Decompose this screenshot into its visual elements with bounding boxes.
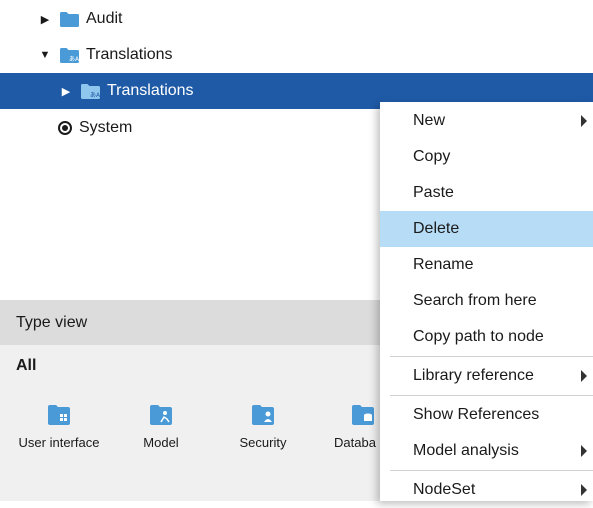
menu-separator [390, 470, 593, 471]
menu-item-label: Library reference [413, 367, 534, 384]
security-folder-icon [252, 405, 274, 425]
type-item-label: Security [239, 435, 287, 450]
menu-item-copy[interactable]: Copy [380, 139, 593, 175]
user-interface-folder-icon [48, 405, 70, 425]
menu-item-label: Search from here [413, 292, 537, 309]
menu-item-label: Copy path to node [413, 328, 544, 345]
tree-item-label: Translations [86, 46, 173, 63]
database-folder-icon [352, 405, 374, 425]
menu-item-show-references[interactable]: Show References [380, 397, 593, 433]
menu-separator [390, 356, 593, 357]
menu-item-paste[interactable]: Paste [380, 175, 593, 211]
submenu-arrow-icon [581, 115, 587, 127]
menu-item-label: Copy [413, 148, 451, 165]
menu-item-label: NodeSet [413, 481, 476, 498]
submenu-arrow-icon [581, 484, 587, 496]
menu-item-rename[interactable]: Rename [380, 247, 593, 283]
typeview-filter-label: All [16, 357, 37, 374]
menu-item-label: Paste [413, 184, 454, 201]
menu-item-label: Rename [413, 256, 474, 273]
menu-item-delete[interactable]: Delete [380, 211, 593, 247]
typeview-title: Type view [16, 313, 88, 331]
menu-item-copy-path[interactable]: Copy path to node [380, 319, 593, 355]
type-item-user-interface[interactable]: User interface [14, 405, 104, 451]
type-item-security[interactable]: Security [218, 405, 308, 451]
context-menu: New Copy Paste Delete Rename Search from… [380, 102, 593, 501]
svg-text:あA: あA [69, 56, 79, 63]
type-item-label: User interface [18, 435, 100, 450]
tree-item-label: System [79, 119, 133, 136]
menu-item-label: Show References [413, 406, 540, 423]
folder-icon [60, 11, 79, 27]
type-item-label: Model [143, 435, 179, 450]
type-item-model[interactable]: Model [116, 405, 206, 451]
tree-item-translations[interactable]: ▼ あA Translations [0, 37, 593, 73]
submenu-arrow-icon [581, 370, 587, 382]
svg-text:あA: あA [90, 92, 100, 99]
menu-item-label: Model analysis [413, 442, 519, 459]
submenu-arrow-icon [581, 445, 587, 457]
translations-folder-icon: あA [81, 83, 100, 99]
menu-item-library-reference[interactable]: Library reference [380, 358, 593, 394]
type-item-label: Databa [334, 435, 376, 450]
caret-right-icon[interactable]: ▶ [59, 85, 73, 98]
tree-item-audit[interactable]: ▶ Audit [0, 1, 593, 37]
caret-right-icon[interactable]: ▶ [38, 13, 52, 26]
translations-folder-icon: あA [60, 47, 79, 63]
model-folder-icon [150, 405, 172, 425]
menu-item-new[interactable]: New [380, 103, 593, 139]
tree-item-label: Audit [86, 10, 123, 27]
menu-item-label: New [413, 112, 446, 129]
menu-item-nodeset[interactable]: NodeSet [380, 472, 593, 508]
menu-separator [390, 395, 593, 396]
menu-item-model-analysis[interactable]: Model analysis [380, 433, 593, 469]
caret-down-icon[interactable]: ▼ [38, 49, 52, 61]
system-icon [58, 121, 72, 135]
menu-item-label: Delete [413, 220, 460, 237]
tree-item-label: Translations [107, 82, 194, 99]
menu-item-search-from-here[interactable]: Search from here [380, 283, 593, 319]
type-item-database[interactable]: Databa [320, 405, 380, 451]
